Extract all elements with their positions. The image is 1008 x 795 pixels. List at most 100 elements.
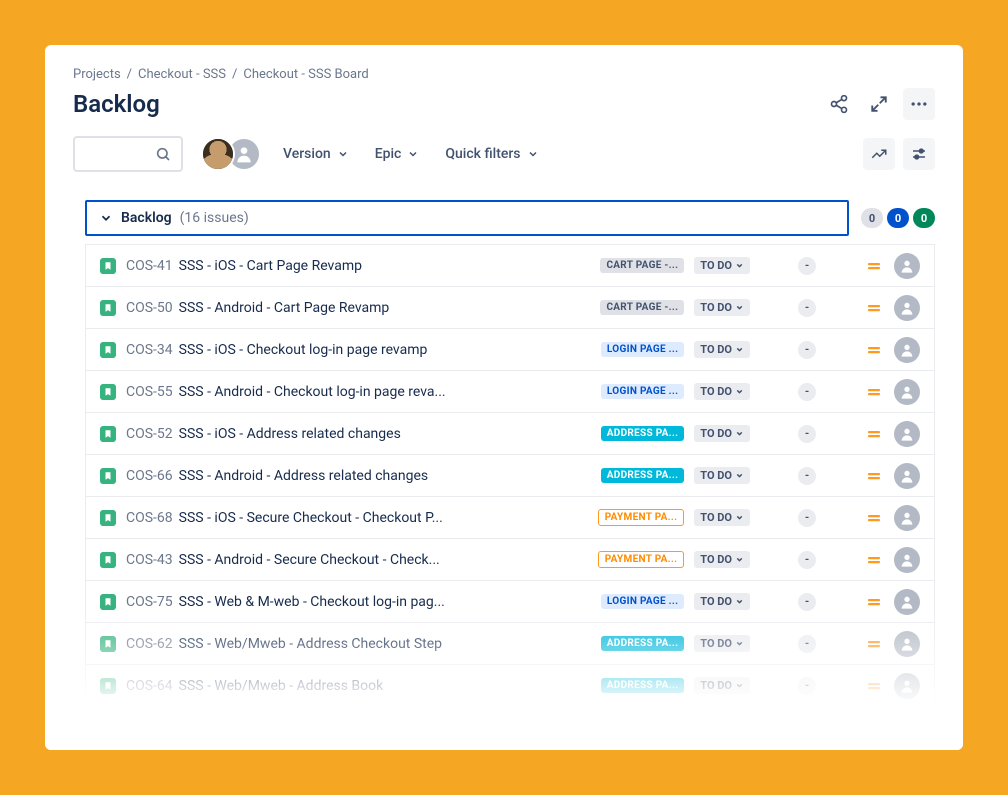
issue-key: COS-64 [126,678,173,694]
assignee-avatar[interactable] [894,295,920,321]
issue-title: SSS - Web/Mweb - Address Book [179,678,591,694]
issue-type-story-icon [100,384,116,400]
issue-link[interactable]: COS-75 SSS - Web & M-web - Checkout log-… [126,594,591,610]
epic-badge[interactable]: CART PAGE -... [600,258,684,273]
status-badge[interactable]: TO DO [694,551,750,568]
status-badge[interactable]: TO DO [694,467,750,484]
issue-link[interactable]: COS-64 SSS - Web/Mweb - Address Book [126,678,591,694]
issue-link[interactable]: COS-43 SSS - Android - Secure Checkout -… [126,552,588,568]
assignee-avatar[interactable] [894,337,920,363]
search-icon [155,146,171,162]
assignee-avatar[interactable] [894,505,920,531]
issue-row[interactable]: COS-52 SSS - iOS - Address related chang… [86,413,934,455]
assignee-avatar[interactable] [894,673,920,699]
insights-button[interactable] [863,138,895,170]
more-button[interactable] [903,88,935,120]
view-settings-button[interactable] [903,138,935,170]
status-badge[interactable]: TO DO [694,425,750,442]
issue-link[interactable]: COS-41 SSS - iOS - Cart Page Revamp [126,258,590,274]
issue-title: SSS - Android - Secure Checkout - Check.… [179,552,588,568]
issue-link[interactable]: COS-68 SSS - iOS - Secure Checkout - Che… [126,510,588,526]
issue-row[interactable]: COS-50 SSS - Android - Cart Page Revamp … [86,287,934,329]
assignee-avatar[interactable] [894,379,920,405]
share-button[interactable] [823,88,855,120]
breadcrumb: Projects / Checkout - SSS / Checkout - S… [73,67,935,82]
assignee-avatar[interactable] [894,547,920,573]
fullscreen-button[interactable] [863,88,895,120]
estimate: - [798,509,816,527]
issue-row[interactable]: COS-66 SSS - Android - Address related c… [86,455,934,497]
status-badge[interactable]: TO DO [694,299,750,316]
status-badge[interactable]: TO DO [694,509,750,526]
epic-badge[interactable]: ADDRESS PA... [601,678,685,693]
issue-link[interactable]: COS-34 SSS - iOS - Checkout log-in page … [126,342,591,358]
epic-filter[interactable]: Epic [371,140,424,168]
priority-medium-icon [864,594,884,610]
status-badge[interactable]: TO DO [694,635,750,652]
issue-row[interactable]: COS-34 SSS - iOS - Checkout log-in page … [86,329,934,371]
epic-badge[interactable]: LOGIN PAGE ... [601,384,684,399]
assignee-avatar[interactable] [894,421,920,447]
chevron-down-icon [99,211,113,225]
issue-row[interactable]: COS-55 SSS - Android - Checkout log-in p… [86,371,934,413]
breadcrumb-item[interactable]: Checkout - SSS [138,67,226,82]
issue-key: COS-52 [126,426,173,442]
assignee-avatar[interactable] [894,631,920,657]
chevron-down-icon [735,681,744,690]
issue-link[interactable]: COS-62 SSS - Web/Mweb - Address Checkout… [126,636,591,652]
estimate: - [798,467,816,485]
issue-row[interactable]: COS-68 SSS - iOS - Secure Checkout - Che… [86,497,934,539]
quick-filters[interactable]: Quick filters [441,140,542,168]
estimate: - [798,593,816,611]
assignee-avatar[interactable] [894,463,920,489]
assignee-avatar[interactable] [894,253,920,279]
breadcrumb-item[interactable]: Projects [73,67,121,82]
chevron-down-icon [735,597,744,606]
status-badge[interactable]: TO DO [694,341,750,358]
assignee-avatar[interactable] [894,589,920,615]
person-icon [899,468,915,484]
breadcrumb-item[interactable]: Checkout - SSS Board [243,67,368,82]
epic-badge[interactable]: ADDRESS PA... [601,636,685,651]
issue-link[interactable]: COS-66 SSS - Android - Address related c… [126,468,591,484]
epic-badge[interactable]: CART PAGE -... [600,300,684,315]
priority-medium-icon [864,636,884,652]
issue-row[interactable]: COS-64 SSS - Web/Mweb - Address Book ADD… [86,665,934,707]
epic-badge[interactable]: PAYMENT PA... [598,551,685,568]
issue-type-story-icon [100,426,116,442]
priority-medium-icon [864,258,884,274]
section-header[interactable]: Backlog (16 issues) [85,200,849,236]
issue-link[interactable]: COS-52 SSS - iOS - Address related chang… [126,426,591,442]
priority-medium-icon [864,300,884,316]
avatar[interactable] [201,137,235,171]
issue-row[interactable]: COS-62 SSS - Web/Mweb - Address Checkout… [86,623,934,665]
epic-badge[interactable]: LOGIN PAGE ... [601,594,684,609]
status-counts: 0 0 0 [861,208,935,228]
status-badge[interactable]: TO DO [694,257,750,274]
search-input[interactable] [73,136,183,172]
estimate: - [798,257,816,275]
chevron-down-icon [735,345,744,354]
estimate: - [798,635,816,653]
status-badge[interactable]: TO DO [694,383,750,400]
epic-badge[interactable]: ADDRESS PA... [601,468,685,483]
share-icon [829,94,849,114]
issue-row[interactable]: COS-43 SSS - Android - Secure Checkout -… [86,539,934,581]
status-badge[interactable]: TO DO [694,593,750,610]
chevron-down-icon [735,471,744,480]
priority-medium-icon [864,426,884,442]
epic-badge[interactable]: ADDRESS PA... [601,426,685,441]
chevron-down-icon [337,148,349,160]
version-filter[interactable]: Version [279,140,353,168]
priority-medium-icon [864,342,884,358]
issue-link[interactable]: COS-50 SSS - Android - Cart Page Revamp [126,300,590,316]
issue-row[interactable]: COS-75 SSS - Web & M-web - Checkout log-… [86,581,934,623]
epic-badge[interactable]: PAYMENT PA... [598,509,685,526]
status-badge[interactable]: TO DO [694,677,750,694]
person-icon [899,636,915,652]
issue-row[interactable]: COS-41 SSS - iOS - Cart Page Revamp CART… [86,245,934,287]
epic-badge[interactable]: LOGIN PAGE ... [601,342,684,357]
chevron-down-icon [735,639,744,648]
count-inprogress: 0 [887,208,909,228]
issue-link[interactable]: COS-55 SSS - Android - Checkout log-in p… [126,384,591,400]
